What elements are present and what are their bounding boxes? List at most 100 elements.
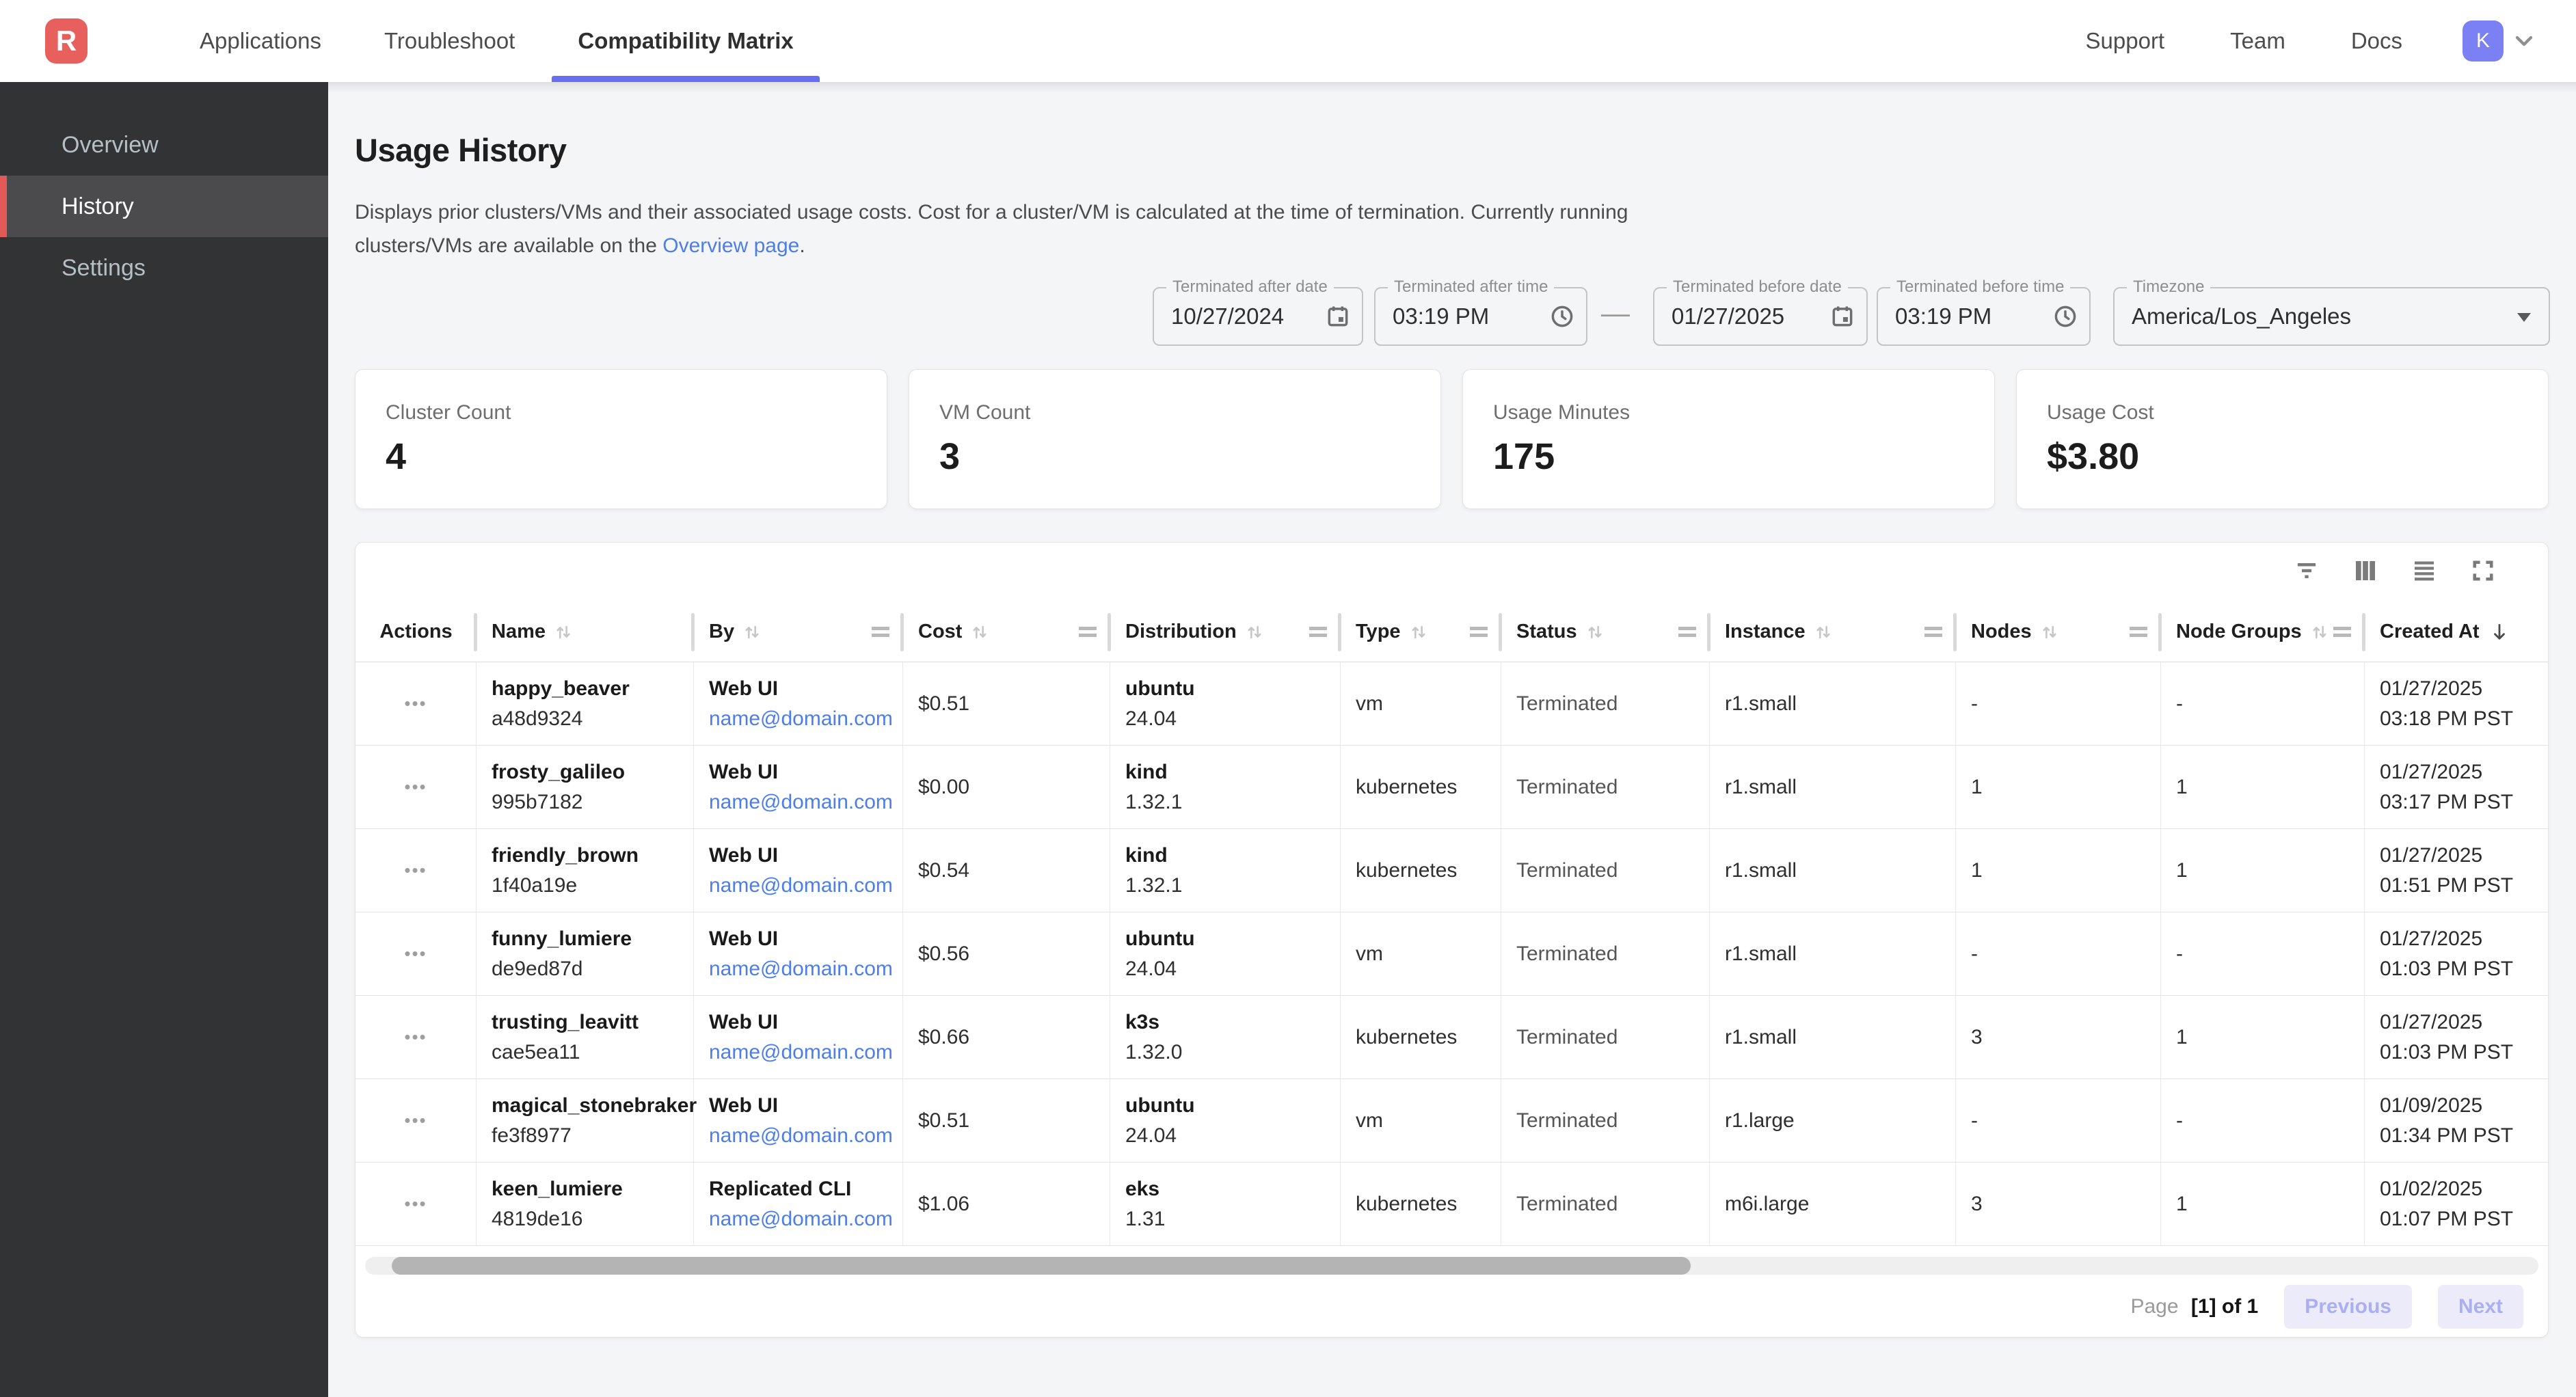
sort-icon[interactable] bbox=[1408, 621, 1430, 643]
by-email-link[interactable]: name@domain.com bbox=[709, 871, 902, 901]
sort-icon[interactable] bbox=[969, 621, 991, 643]
nodes-cell: - bbox=[1956, 662, 2161, 745]
sort-icon[interactable] bbox=[1812, 621, 1834, 643]
calendar-icon[interactable] bbox=[1829, 303, 1855, 329]
column-menu-icon[interactable] bbox=[872, 627, 889, 637]
sort-icon[interactable] bbox=[1584, 621, 1606, 643]
clock-icon[interactable] bbox=[2052, 303, 2078, 329]
column-menu-icon[interactable] bbox=[2333, 627, 2351, 637]
table-row: ••• keen_lumiere 4819de16 Replicated CLI… bbox=[355, 1163, 2548, 1246]
by-email-link[interactable]: name@domain.com bbox=[709, 1037, 902, 1068]
by-email-link[interactable]: name@domain.com bbox=[709, 787, 902, 817]
previous-button[interactable]: Previous bbox=[2284, 1285, 2412, 1329]
overview-page-link[interactable]: Overview page bbox=[662, 234, 799, 257]
column-menu-icon[interactable] bbox=[1924, 627, 1942, 637]
nav-link-docs[interactable]: Docs bbox=[2318, 28, 2435, 54]
tab-compatibility-matrix[interactable]: Compatibility Matrix bbox=[546, 0, 824, 82]
stat-label: VM Count bbox=[939, 401, 1410, 424]
row-actions-button[interactable]: ••• bbox=[404, 943, 427, 964]
type-cell: vm bbox=[1341, 1079, 1501, 1162]
sort-icon[interactable] bbox=[2039, 621, 2061, 643]
sort-icon[interactable] bbox=[741, 621, 763, 643]
cluster-name: magical_stonebraker bbox=[492, 1091, 693, 1121]
avatar[interactable]: K bbox=[2463, 21, 2504, 62]
distribution-version: 24.04 bbox=[1125, 954, 1340, 984]
column-header-type[interactable]: Type bbox=[1341, 602, 1501, 662]
column-menu-icon[interactable] bbox=[1079, 627, 1097, 637]
terminated-after-date-input[interactable]: Terminated after date 10/27/2024 bbox=[1153, 287, 1363, 346]
distribution-cell: eks 1.31 bbox=[1110, 1163, 1341, 1245]
row-actions-button[interactable]: ••• bbox=[404, 693, 427, 714]
clock-icon[interactable] bbox=[1549, 303, 1575, 329]
created-date: 01/27/2025 bbox=[2380, 924, 2548, 954]
column-label: Type bbox=[1356, 621, 1401, 643]
nav-link-support[interactable]: Support bbox=[2053, 28, 2198, 54]
sort-icon[interactable] bbox=[1244, 621, 1265, 643]
sort-icon[interactable] bbox=[552, 621, 574, 643]
sidebar-item-history[interactable]: History bbox=[0, 176, 328, 237]
by-email-link[interactable]: name@domain.com bbox=[709, 1121, 902, 1151]
column-header-name[interactable]: Name bbox=[477, 602, 694, 662]
by-source: Web UI bbox=[709, 841, 902, 871]
terminated-before-date-input[interactable]: Terminated before date 01/27/2025 bbox=[1653, 287, 1868, 346]
by-email-link[interactable]: name@domain.com bbox=[709, 704, 902, 734]
created-time: 01:07 PM PST bbox=[2380, 1204, 2548, 1234]
terminated-before-time-input[interactable]: Terminated before time 03:19 PM bbox=[1877, 287, 2091, 346]
page-value: [1] of 1 bbox=[2191, 1295, 2258, 1318]
row-actions-button[interactable]: ••• bbox=[404, 1110, 427, 1131]
column-menu-icon[interactable] bbox=[1470, 627, 1488, 637]
fullscreen-icon[interactable] bbox=[2469, 556, 2497, 585]
columns-icon[interactable] bbox=[2351, 556, 2380, 585]
timezone-select[interactable]: Timezone America/Los_Angeles bbox=[2113, 287, 2550, 346]
node-groups-cell: - bbox=[2161, 662, 2365, 745]
column-header-by[interactable]: By bbox=[694, 602, 903, 662]
date-range-separator: — bbox=[1595, 297, 1636, 329]
filter-icon[interactable] bbox=[2292, 556, 2321, 585]
stat-card-usage-minutes: Usage Minutes 175 bbox=[1462, 369, 1995, 509]
table-body: ••• happy_beaver a48d9324 Web UI name@do… bbox=[355, 662, 2548, 1246]
column-header-cost[interactable]: Cost bbox=[903, 602, 1110, 662]
timezone-value: America/Los_Angeles bbox=[2132, 288, 2351, 344]
cluster-name: keen_lumiere bbox=[492, 1174, 693, 1204]
tab-applications[interactable]: Applications bbox=[168, 0, 353, 82]
distribution-cell: ubuntu 24.04 bbox=[1110, 662, 1341, 745]
actions-cell: ••• bbox=[355, 1163, 477, 1245]
type-cell: vm bbox=[1341, 662, 1501, 745]
caret-down-icon[interactable] bbox=[2517, 313, 2531, 322]
chevron-down-icon[interactable] bbox=[2510, 27, 2538, 55]
row-actions-button[interactable]: ••• bbox=[404, 860, 427, 881]
column-menu-icon[interactable] bbox=[1309, 627, 1327, 637]
column-label: Node Groups bbox=[2176, 621, 2302, 643]
column-header-node-groups[interactable]: Node Groups bbox=[2161, 602, 2365, 662]
actions-cell: ••• bbox=[355, 996, 477, 1079]
name-cell: happy_beaver a48d9324 bbox=[477, 662, 694, 745]
density-icon[interactable] bbox=[2410, 556, 2439, 585]
sorted-descending-icon[interactable] bbox=[2488, 621, 2511, 644]
calendar-icon[interactable] bbox=[1325, 303, 1351, 329]
page-info: Page [1] of 1 bbox=[2130, 1295, 2258, 1318]
column-menu-icon[interactable] bbox=[1678, 627, 1696, 637]
column-header-status[interactable]: Status bbox=[1501, 602, 1710, 662]
tab-troubleshoot[interactable]: Troubleshoot bbox=[353, 0, 546, 82]
row-actions-button[interactable]: ••• bbox=[404, 1027, 427, 1048]
horizontal-scrollbar-thumb[interactable] bbox=[392, 1257, 1691, 1275]
table-row: ••• trusting_leavitt cae5ea11 Web UI nam… bbox=[355, 996, 2548, 1079]
replicated-logo[interactable]: R bbox=[45, 18, 88, 64]
by-email-link[interactable]: name@domain.com bbox=[709, 1204, 902, 1234]
next-button[interactable]: Next bbox=[2438, 1285, 2523, 1329]
sidebar-item-overview[interactable]: Overview bbox=[0, 114, 328, 176]
terminated-after-time-input[interactable]: Terminated after time 03:19 PM bbox=[1374, 287, 1587, 346]
sort-icon[interactable] bbox=[2309, 621, 2331, 643]
table-row: ••• magical_stonebraker fe3f8977 Web UI … bbox=[355, 1079, 2548, 1163]
row-actions-button[interactable]: ••• bbox=[404, 776, 427, 798]
column-header-created-at[interactable]: Created At bbox=[2365, 602, 2548, 662]
column-menu-icon[interactable] bbox=[2130, 627, 2147, 637]
row-actions-button[interactable]: ••• bbox=[404, 1193, 427, 1215]
column-header-instance[interactable]: Instance bbox=[1710, 602, 1956, 662]
nav-link-team[interactable]: Team bbox=[2197, 28, 2318, 54]
sidebar-item-settings[interactable]: Settings bbox=[0, 237, 328, 299]
by-email-link[interactable]: name@domain.com bbox=[709, 954, 902, 984]
main-content: Usage History Displays prior clusters/VM… bbox=[328, 82, 2576, 1397]
column-header-distribution[interactable]: Distribution bbox=[1110, 602, 1341, 662]
column-header-nodes[interactable]: Nodes bbox=[1956, 602, 2161, 662]
